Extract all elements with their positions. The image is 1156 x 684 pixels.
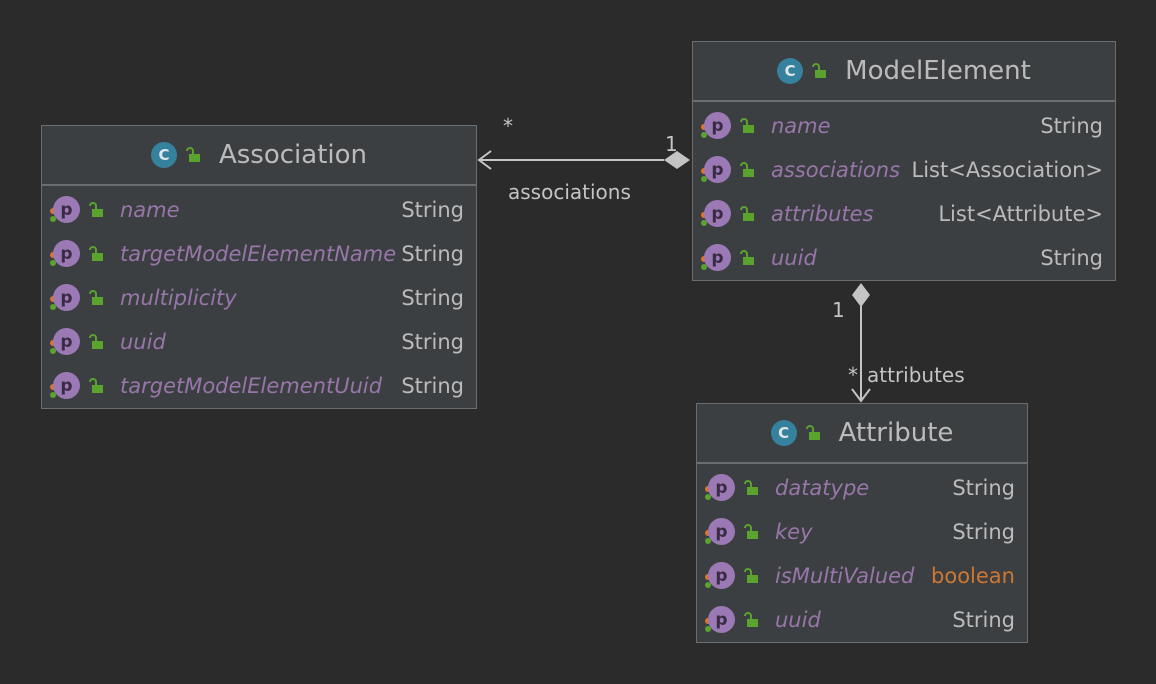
- unlocked-icon: [89, 202, 103, 217]
- field-row[interactable]: p key String: [697, 510, 1027, 554]
- field-name: isMultiValued: [775, 564, 915, 588]
- field-type: String: [401, 198, 464, 222]
- field-row[interactable]: p datatype String: [697, 466, 1027, 510]
- unlocked-icon: [740, 250, 754, 265]
- property-icon: p: [50, 283, 80, 313]
- class-name: Attribute: [838, 418, 954, 448]
- property-icon: p: [50, 195, 80, 225]
- unlocked-icon: [89, 334, 103, 349]
- attributes-source-multiplicity: 1: [832, 298, 845, 322]
- property-icon: p: [705, 473, 735, 503]
- field-name: targetModelElementName: [120, 242, 397, 266]
- field-type: String: [952, 476, 1015, 500]
- associations-target-multiplicity: *: [503, 114, 513, 138]
- unlocked-icon: [744, 480, 758, 495]
- class-header: C Attribute: [697, 404, 1027, 464]
- field-name: targetModelElementUuid: [120, 374, 383, 398]
- field-type: List<Attribute>: [938, 202, 1103, 226]
- associations-source-multiplicity: 1: [665, 132, 678, 156]
- class-attribute[interactable]: C Attribute p datatype String p key Stri…: [696, 403, 1028, 643]
- field-row[interactable]: p uuid String: [697, 598, 1027, 642]
- class-icon: C: [770, 420, 797, 446]
- property-icon: p: [50, 371, 80, 401]
- unlocked-icon: [740, 118, 754, 133]
- class-icon: C: [150, 142, 177, 168]
- field-name: uuid: [771, 246, 817, 270]
- field-name: name: [771, 114, 831, 138]
- unlocked-icon: [805, 425, 820, 440]
- property-icon: p: [701, 111, 731, 141]
- field-type: String: [952, 520, 1015, 544]
- unlocked-icon: [812, 63, 827, 78]
- field-row[interactable]: p isMultiValued boolean: [697, 554, 1027, 598]
- associations-edge-label: associations: [508, 180, 631, 204]
- class-name: Association: [218, 140, 368, 170]
- field-row[interactable]: p targetModelElementName String: [42, 232, 476, 276]
- field-name: uuid: [775, 608, 821, 632]
- unlocked-icon: [89, 290, 103, 305]
- property-icon: p: [701, 155, 731, 185]
- class-header: C ModelElement: [693, 42, 1115, 102]
- class-header: C Association: [42, 126, 476, 186]
- field-type: List<Association>: [911, 158, 1103, 182]
- property-icon: p: [705, 605, 735, 635]
- property-icon: p: [50, 239, 80, 269]
- property-icon: p: [701, 199, 731, 229]
- field-row[interactable]: p attributes List<Attribute>: [693, 192, 1115, 236]
- field-type: String: [401, 242, 464, 266]
- field-row[interactable]: p targetModelElementUuid String: [42, 364, 476, 408]
- property-icon: p: [705, 561, 735, 591]
- attributes-edge-label: attributes: [867, 363, 965, 387]
- field-type: String: [401, 374, 464, 398]
- field-type: String: [401, 286, 464, 310]
- attributes-open-arrowhead: [851, 388, 871, 403]
- property-icon: p: [705, 517, 735, 547]
- field-type: String: [1040, 246, 1103, 270]
- unlocked-icon: [744, 612, 758, 627]
- class-name: ModelElement: [845, 56, 1031, 86]
- field-type: String: [1040, 114, 1103, 138]
- field-row[interactable]: p multiplicity String: [42, 276, 476, 320]
- property-icon: p: [701, 243, 731, 273]
- field-type: boolean: [931, 564, 1015, 588]
- unlocked-icon: [740, 206, 754, 221]
- field-name: attributes: [771, 202, 874, 226]
- class-model-element[interactable]: C ModelElement p name String p associati…: [692, 41, 1116, 281]
- property-icon: p: [50, 327, 80, 357]
- attributes-composition-diamond: [852, 283, 870, 307]
- unlocked-icon: [89, 246, 103, 261]
- field-name: datatype: [775, 476, 870, 500]
- unlocked-icon: [740, 162, 754, 177]
- attributes-target-multiplicity: *: [848, 363, 858, 387]
- unlocked-icon: [185, 147, 200, 162]
- class-icon: C: [777, 58, 804, 84]
- field-row[interactable]: p name String: [42, 188, 476, 232]
- field-type: String: [952, 608, 1015, 632]
- associations-open-arrowhead: [477, 150, 492, 170]
- field-row[interactable]: p uuid String: [693, 236, 1115, 280]
- field-row[interactable]: p associations List<Association>: [693, 148, 1115, 192]
- unlocked-icon: [744, 524, 758, 539]
- field-type: String: [401, 330, 464, 354]
- class-association[interactable]: C Association p name String p targetMode…: [41, 125, 477, 409]
- field-row[interactable]: p uuid String: [42, 320, 476, 364]
- field-name: key: [775, 520, 813, 544]
- field-name: associations: [771, 158, 901, 182]
- field-name: multiplicity: [120, 286, 237, 310]
- unlocked-icon: [744, 568, 758, 583]
- unlocked-icon: [89, 378, 103, 393]
- field-row[interactable]: p name String: [693, 104, 1115, 148]
- field-name: uuid: [120, 330, 166, 354]
- field-name: name: [120, 198, 180, 222]
